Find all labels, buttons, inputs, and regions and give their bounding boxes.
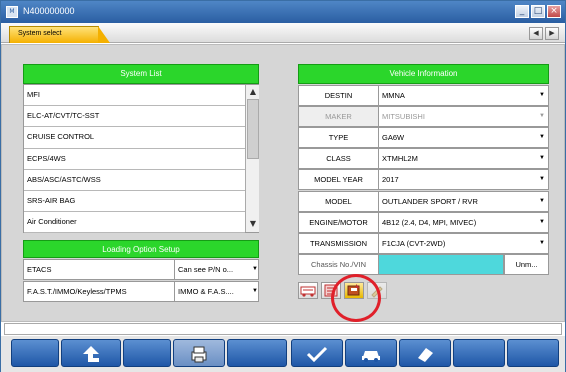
option-name: F.A.S.T./IMMO/Keyless/TPMS bbox=[27, 287, 127, 296]
vehicle-info-value: GA6W bbox=[382, 133, 405, 143]
chassis-input[interactable] bbox=[379, 254, 504, 275]
system-list-scrollbar[interactable]: ▲ ▼ bbox=[245, 85, 259, 232]
vehicle-info-label: TYPE bbox=[298, 127, 379, 149]
vehicle-info-label: ENGINE/MOTOR bbox=[298, 211, 379, 233]
vehicle-info-header: Vehicle Information bbox=[298, 64, 549, 84]
title-bar: M N400000000 _ □ × bbox=[1, 1, 565, 23]
vehicle-diagram-icon[interactable] bbox=[298, 282, 318, 299]
tab-system-select[interactable]: System select bbox=[9, 26, 110, 43]
print-button[interactable] bbox=[173, 339, 225, 367]
toolbar-blank-button-5[interactable] bbox=[507, 339, 559, 367]
bottom-toolbar bbox=[1, 336, 565, 372]
system-list-item[interactable]: ABS/ASC/ASTC/WSS bbox=[24, 170, 245, 191]
vehicle-info-value: MITSUBISHI bbox=[382, 112, 425, 122]
next-tab-button[interactable]: ▶ bbox=[545, 27, 559, 40]
maximize-button[interactable]: □ bbox=[531, 5, 545, 18]
chassis-unit-button[interactable]: Unm... bbox=[504, 254, 549, 275]
system-list: MFI ELC-AT/CVT/TC-SST CRUISE CONTROL ECPS/4… bbox=[23, 84, 259, 234]
car-icon bbox=[362, 351, 380, 362]
vehicle-info-select[interactable]: OUTLANDER SPORT / RVR ▼ bbox=[379, 190, 549, 212]
dropdown-arrow-icon: ▼ bbox=[539, 113, 545, 120]
vehicle-info-label: DESTIN bbox=[298, 85, 379, 106]
prev-tab-button[interactable]: ◀ bbox=[529, 27, 543, 40]
vehicle-info-select[interactable]: GA6W ▼ bbox=[379, 127, 549, 149]
dropdown-arrow-icon: ▼ bbox=[539, 155, 545, 162]
option-value: IMMO & F.A.S.... bbox=[178, 287, 234, 296]
dropdown-arrow-icon: ▼ bbox=[252, 266, 258, 272]
system-list-item[interactable]: ELC-AT/CVT/TC-SST bbox=[24, 106, 245, 128]
system-list-item[interactable]: SRS-AIR BAG bbox=[24, 191, 245, 213]
vehicle-info-select[interactable]: MMNA ▼ bbox=[379, 85, 549, 106]
dropdown-arrow-icon: ▼ bbox=[252, 288, 258, 294]
printer-icon bbox=[191, 346, 207, 363]
tab-bar: System select ◀ ▶ bbox=[1, 23, 565, 43]
dropdown-arrow-icon: ▼ bbox=[539, 197, 545, 204]
loading-option-header: Loading Option Setup bbox=[23, 240, 259, 258]
eraser-icon bbox=[418, 348, 433, 362]
vehicle-info-value: 4B12 (2.4, D4, MPI, MIVEC) bbox=[382, 217, 477, 227]
system-list-item[interactable]: Air Conditioner bbox=[24, 212, 245, 234]
up-arrow-icon bbox=[83, 346, 99, 362]
main-window: M N400000000 _ □ × System select ◀ ▶ Sys… bbox=[0, 0, 566, 372]
ok-button[interactable] bbox=[291, 339, 343, 367]
vehicle-info-select[interactable]: 2017 ▼ bbox=[379, 169, 549, 191]
vehicle-info-select[interactable]: 4B12 (2.4, D4, MPI, MIVEC) ▼ bbox=[379, 211, 549, 233]
vehicle-info-label: CLASS bbox=[298, 148, 379, 170]
toolbar-blank-button-4[interactable] bbox=[453, 339, 505, 367]
dropdown-arrow-icon: ▼ bbox=[539, 218, 545, 225]
option-value-select[interactable]: Can see P/N o... ▼ bbox=[174, 260, 260, 279]
vehicle-info-row: CLASS XTMHL2M ▼ bbox=[298, 148, 549, 170]
dropdown-arrow-icon: ▼ bbox=[539, 92, 545, 98]
dropdown-arrow-icon: ▼ bbox=[539, 239, 545, 246]
toolbar-blank-button-1[interactable] bbox=[11, 339, 59, 367]
option-value: Can see P/N o... bbox=[178, 265, 234, 274]
option-value-select[interactable]: IMMO & F.A.S.... ▼ bbox=[174, 282, 260, 301]
toolbar-blank-button-3[interactable] bbox=[227, 339, 287, 367]
vehicle-info-value: OUTLANDER SPORT / RVR bbox=[382, 196, 478, 206]
minimize-button[interactable]: _ bbox=[515, 5, 529, 18]
app-icon: M bbox=[6, 6, 18, 18]
checkmark-icon bbox=[306, 346, 328, 363]
chassis-label: Chassis No./VIN bbox=[298, 254, 379, 275]
vehicle-info-row: MODEL YEAR 2017 ▼ bbox=[298, 169, 549, 191]
vehicle-info-value: 2017 bbox=[382, 175, 399, 185]
vehicle-info-row: MODEL OUTLANDER SPORT / RVR ▼ bbox=[298, 190, 549, 212]
system-list-item[interactable]: CRUISE CONTROL bbox=[24, 127, 245, 149]
vehicle-info-value: XTMHL2M bbox=[382, 154, 418, 164]
dropdown-arrow-icon: ▼ bbox=[539, 134, 545, 141]
system-list-item[interactable]: MFI bbox=[24, 85, 245, 107]
back-button[interactable] bbox=[61, 339, 121, 367]
vehicle-info-label: MODEL YEAR bbox=[298, 169, 379, 191]
option-row-fast[interactable]: F.A.S.T./IMMO/Keyless/TPMS IMMO & F.A.S.… bbox=[23, 281, 259, 302]
scroll-thumb[interactable] bbox=[247, 99, 259, 159]
status-bar bbox=[4, 323, 562, 335]
vehicle-info-row: TYPE GA6W ▼ bbox=[298, 127, 549, 149]
chassis-row: Chassis No./VIN Unm... bbox=[298, 254, 549, 275]
vehicle-info-row: DESTIN MMNA ▼ bbox=[298, 85, 549, 106]
window-title: N400000000 bbox=[23, 6, 75, 16]
vehicle-info-value: F1CJA (CVT-2WD) bbox=[382, 238, 446, 248]
vehicle-info-select[interactable]: XTMHL2M ▼ bbox=[379, 148, 549, 170]
scroll-down-icon[interactable]: ▼ bbox=[247, 218, 259, 230]
vehicle-info-value: MMNA bbox=[382, 91, 405, 100]
vehicle-info-label: MODEL bbox=[298, 190, 379, 212]
option-row-etacs[interactable]: ETACS Can see P/N o... ▼ bbox=[23, 259, 259, 280]
toolbar-blank-button-2[interactable] bbox=[123, 339, 171, 367]
vehicle-info-select[interactable]: MITSUBISHI ▼ bbox=[379, 106, 549, 128]
vehicle-info-row: ENGINE/MOTOR 4B12 (2.4, D4, MPI, MIVEC) ▼ bbox=[298, 211, 549, 233]
system-list-item[interactable]: ECPS/4WS bbox=[24, 149, 245, 170]
dropdown-arrow-icon: ▼ bbox=[539, 176, 545, 183]
vehicle-button[interactable] bbox=[345, 339, 397, 367]
highlight-circle bbox=[331, 274, 381, 322]
vehicle-info-row: MAKER MITSUBISHI ▼ bbox=[298, 106, 549, 128]
system-list-header: System List bbox=[23, 64, 259, 84]
erase-button[interactable] bbox=[399, 339, 451, 367]
vehicle-info-label: MAKER bbox=[298, 106, 379, 128]
option-name: ETACS bbox=[27, 265, 52, 274]
vehicle-info-select[interactable]: F1CJA (CVT-2WD) ▼ bbox=[379, 232, 549, 254]
close-button[interactable]: × bbox=[547, 5, 561, 18]
vehicle-info-row: TRANSMISSION F1CJA (CVT-2WD) ▼ bbox=[298, 232, 549, 254]
vehicle-info-label: TRANSMISSION bbox=[298, 232, 379, 254]
scroll-up-icon[interactable]: ▲ bbox=[247, 86, 259, 98]
